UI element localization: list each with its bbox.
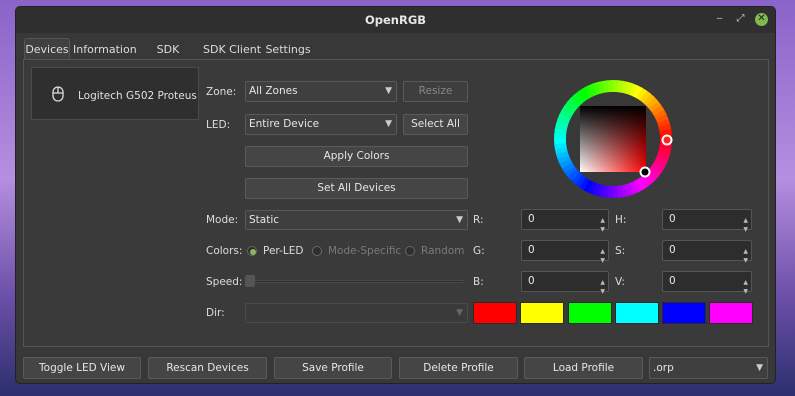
tab-settings[interactable]: Settings: [265, 40, 311, 60]
hue-value: 0: [669, 213, 676, 225]
profile-select[interactable]: .orp ▼: [649, 357, 768, 379]
mode-label: Mode:: [206, 214, 239, 226]
save-profile-button[interactable]: Save Profile: [274, 357, 392, 379]
openrgb-window: OpenRGB ‒ ⤢ ✕ Devices Information SDK Se…: [15, 6, 776, 384]
random-radio[interactable]: [405, 246, 415, 256]
spin-down-icon[interactable]: ▼: [743, 220, 748, 239]
zone-value: All Zones: [249, 85, 298, 97]
profile-value: .orp: [653, 362, 674, 374]
dir-select[interactable]: ▼: [245, 303, 468, 323]
swatch-yellow[interactable]: [520, 302, 564, 324]
hue-spinbox[interactable]: 0 ▲ ▼: [662, 209, 752, 233]
spin-down-icon[interactable]: ▼: [600, 251, 605, 270]
swatch-red[interactable]: [473, 302, 517, 324]
green-spinbox[interactable]: 0 ▲ ▼: [521, 240, 609, 264]
toggle-led-view-button[interactable]: Toggle LED View: [23, 357, 141, 379]
r-label: R:: [473, 214, 484, 226]
spin-down-icon[interactable]: ▼: [600, 220, 605, 239]
close-button[interactable]: ✕: [755, 13, 768, 26]
h-label: H:: [615, 214, 627, 226]
set-all-devices-button[interactable]: Set All Devices: [245, 178, 468, 199]
blue-spinbox[interactable]: 0 ▲ ▼: [521, 271, 609, 295]
swatch-magenta[interactable]: [709, 302, 753, 324]
tab-information[interactable]: Information: [73, 40, 137, 60]
minimize-button[interactable]: ‒: [713, 13, 726, 26]
s-label: S:: [615, 245, 626, 257]
hue-handle[interactable]: [661, 134, 673, 146]
window-title: OpenRGB: [364, 13, 427, 27]
spin-down-icon[interactable]: ▼: [743, 282, 748, 301]
colors-label: Colors:: [206, 245, 243, 257]
chevron-down-icon: ▼: [385, 86, 392, 96]
mode-value: Static: [249, 214, 280, 226]
device-name: Logitech G502 Proteus Spectrum: [78, 90, 198, 102]
restore-button[interactable]: ⤢: [734, 13, 747, 26]
per-led-label: Per-LED: [263, 245, 304, 257]
chevron-down-icon: ▼: [756, 363, 763, 373]
led-select[interactable]: Entire Device ▼: [245, 114, 397, 135]
red-value: 0: [528, 213, 535, 225]
mode-specific-radio[interactable]: [312, 246, 322, 256]
zone-select[interactable]: All Zones ▼: [245, 81, 397, 102]
speed-label: Speed:: [206, 276, 243, 288]
tab-devices[interactable]: Devices: [24, 38, 70, 60]
green-value: 0: [528, 244, 535, 256]
speed-slider[interactable]: [249, 280, 464, 283]
mode-select[interactable]: Static ▼: [245, 210, 468, 230]
title-bar: OpenRGB ‒ ⤢ ✕: [16, 7, 775, 33]
blue-value: 0: [528, 275, 535, 287]
g-label: G:: [473, 245, 485, 257]
chevron-down-icon: ▼: [456, 308, 463, 318]
resize-button[interactable]: Resize: [403, 81, 468, 102]
swatch-green[interactable]: [568, 302, 612, 324]
color-wheel[interactable]: [553, 79, 673, 199]
saturation-spinbox[interactable]: 0 ▲ ▼: [662, 240, 752, 264]
delete-profile-button[interactable]: Delete Profile: [399, 357, 518, 379]
tab-sdk-server[interactable]: SDK Server: [138, 40, 198, 76]
led-value: Entire Device: [249, 118, 320, 130]
spin-down-icon[interactable]: ▼: [600, 282, 605, 301]
device-list[interactable]: Logitech G502 Proteus Spectrum: [31, 67, 199, 120]
b-label: B:: [473, 276, 484, 288]
mode-specific-label: Mode-Specific: [328, 245, 402, 257]
chevron-down-icon: ▼: [385, 119, 392, 129]
spin-down-icon[interactable]: ▼: [743, 251, 748, 270]
value-value: 0: [669, 275, 676, 287]
saturation-value-handle[interactable]: [639, 166, 651, 178]
random-label: Random: [421, 245, 465, 257]
dir-label: Dir:: [206, 307, 225, 319]
zone-label: Zone:: [206, 86, 237, 98]
saturation-value: 0: [669, 244, 676, 256]
load-profile-button[interactable]: Load Profile: [524, 357, 643, 379]
tab-sdk-client[interactable]: SDK Client: [203, 40, 261, 60]
red-spinbox[interactable]: 0 ▲ ▼: [521, 209, 609, 233]
apply-colors-button[interactable]: Apply Colors: [245, 146, 468, 167]
led-label: LED:: [206, 119, 231, 131]
mouse-icon: [52, 86, 64, 102]
select-all-button[interactable]: Select All: [403, 114, 468, 135]
speed-slider-handle[interactable]: [245, 275, 255, 287]
swatch-cyan[interactable]: [615, 302, 659, 324]
swatch-blue[interactable]: [662, 302, 706, 324]
v-label: V:: [615, 276, 625, 288]
chevron-down-icon: ▼: [456, 215, 463, 225]
per-led-radio[interactable]: [247, 246, 257, 256]
value-spinbox[interactable]: 0 ▲ ▼: [662, 271, 752, 295]
rescan-devices-button[interactable]: Rescan Devices: [148, 357, 267, 379]
